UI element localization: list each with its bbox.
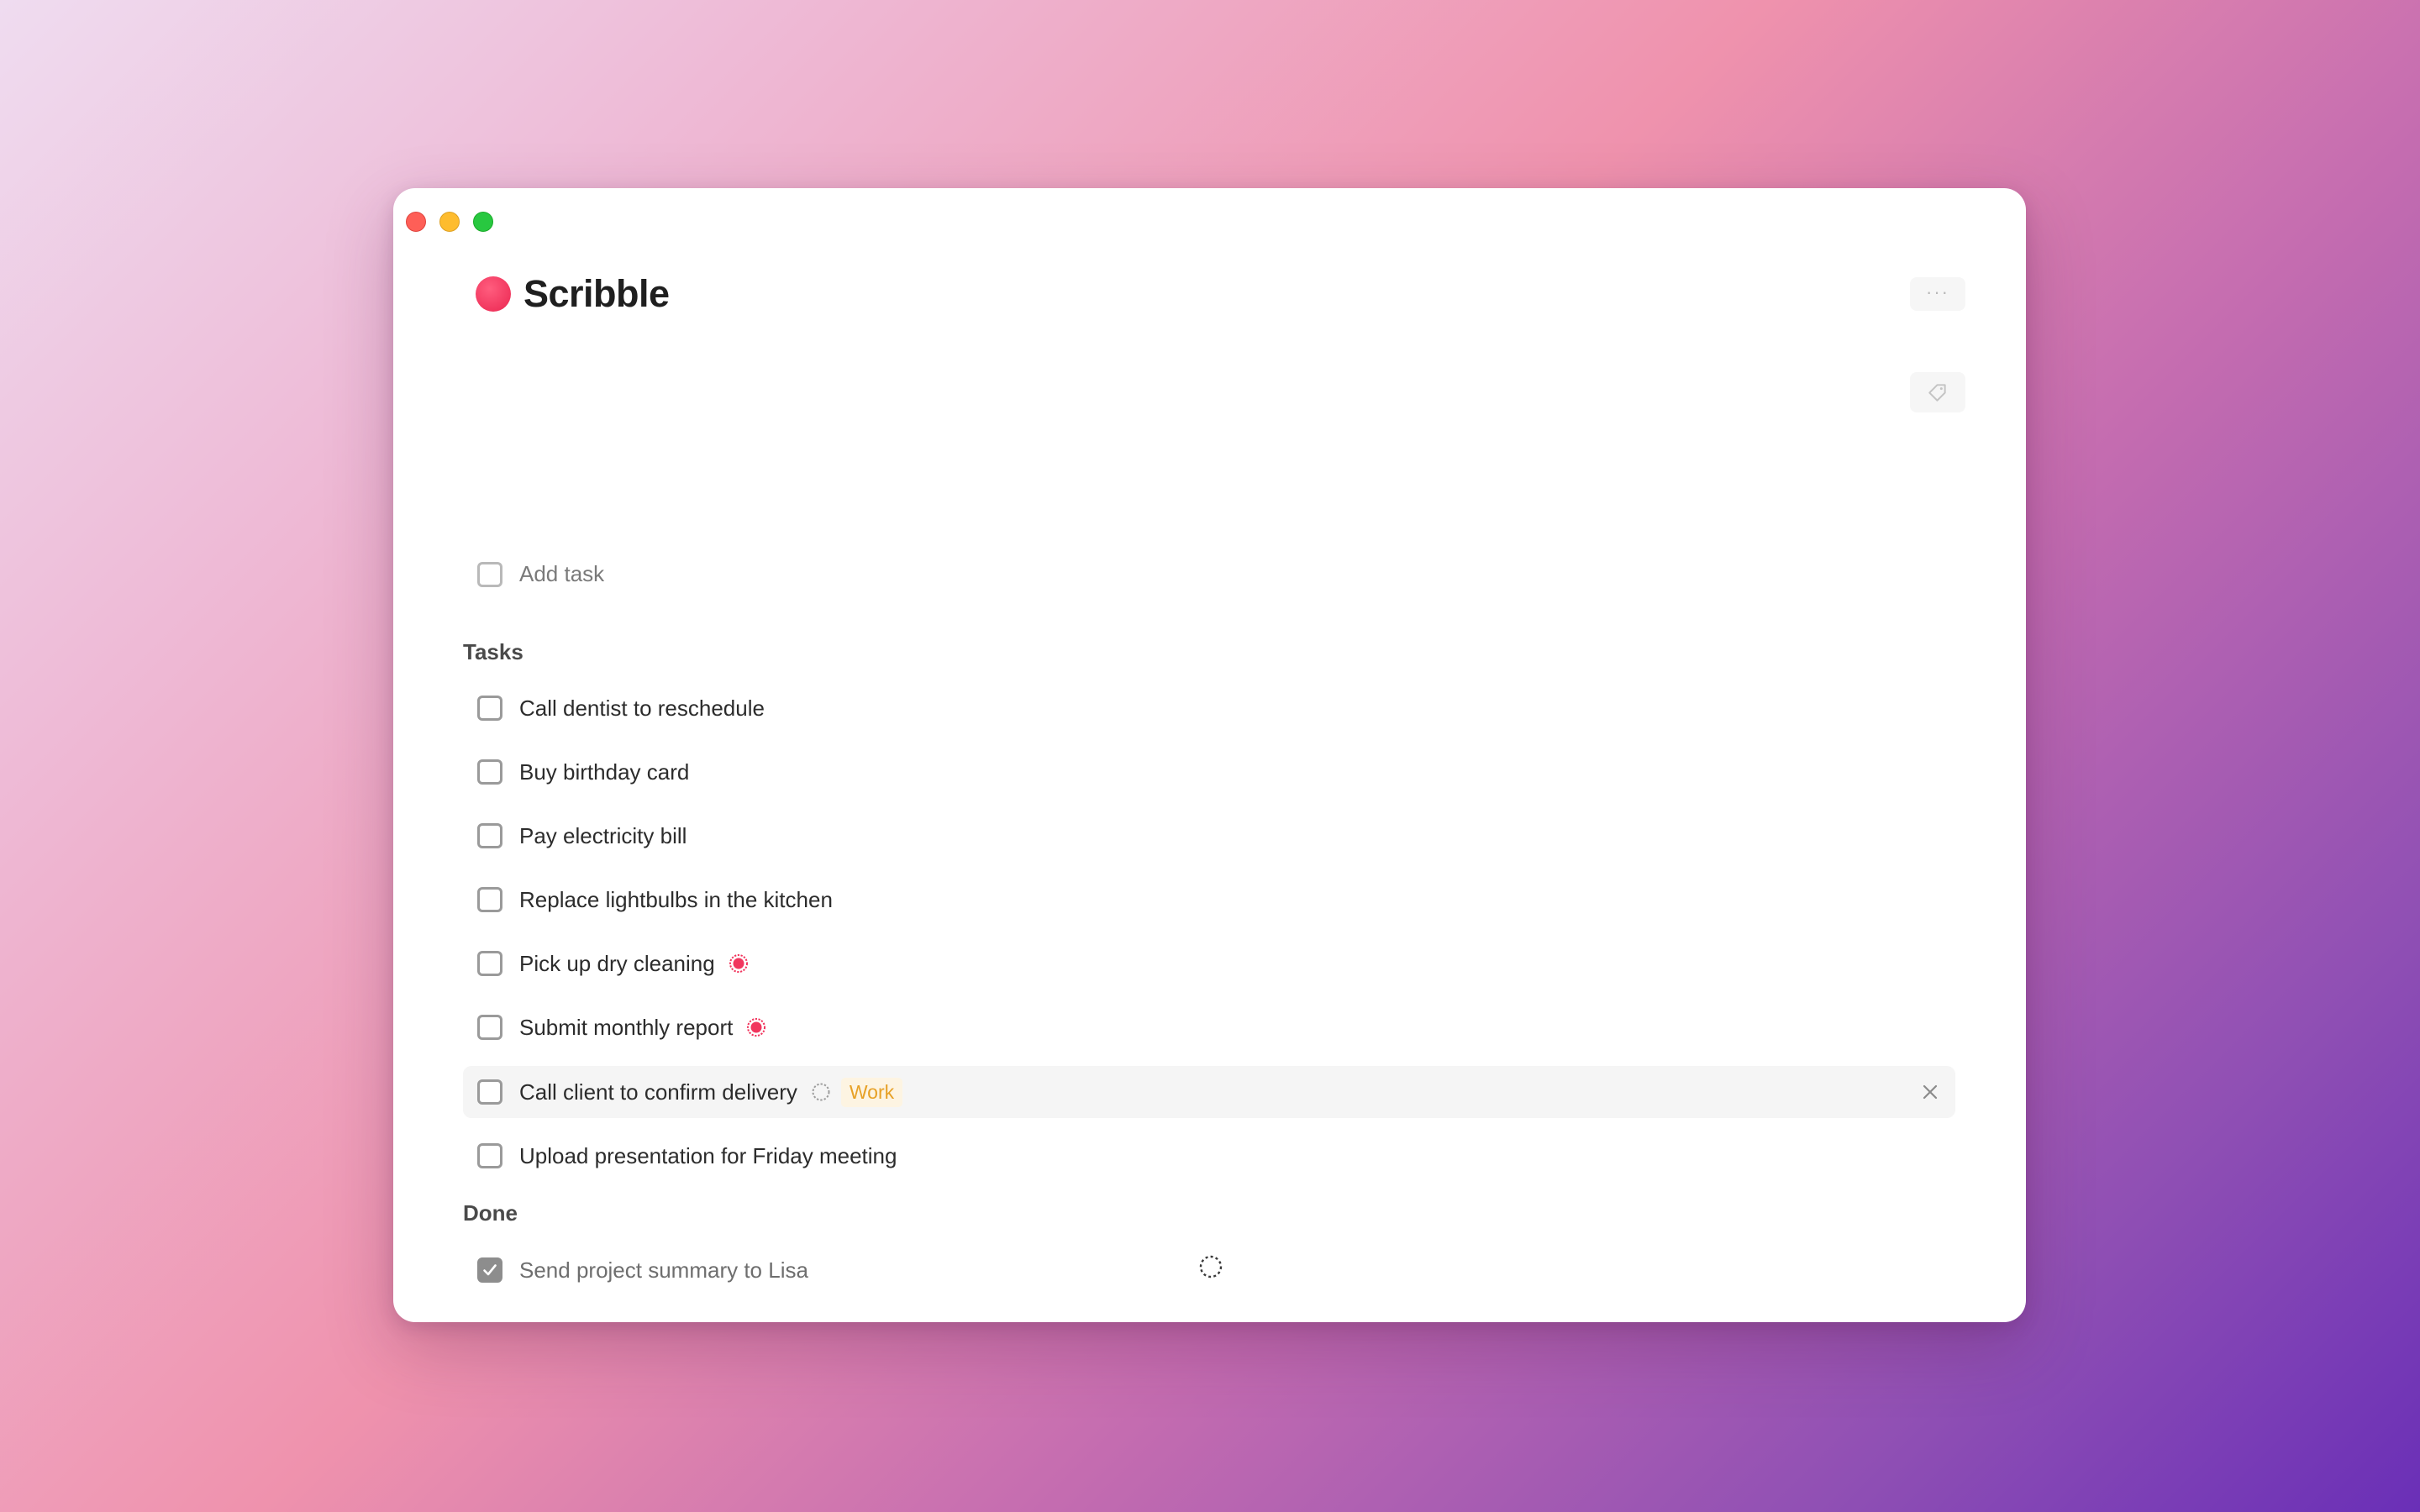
task-row[interactable]: Buy birthday card <box>463 746 1955 798</box>
task-checkbox[interactable] <box>477 759 502 785</box>
task-row[interactable]: Replace lightbulbs in the kitchen <box>463 874 1955 926</box>
tag-icon <box>1928 384 1946 402</box>
task-checkbox[interactable] <box>477 1143 502 1168</box>
task-checkbox-checked[interactable] <box>477 1257 502 1283</box>
maximize-window-button[interactable] <box>473 212 493 232</box>
repeat-icon <box>811 1082 831 1102</box>
task-label[interactable]: Pay electricity bill <box>519 823 687 849</box>
flag-icon <box>729 953 749 974</box>
app-window: Scribble ··· Add task Tasks Call dentist… <box>393 188 2026 1322</box>
flag-icon <box>746 1017 766 1037</box>
task-row[interactable]: Upload presentation for Friday meeting <box>463 1130 1955 1182</box>
tasks-section-title: Tasks <box>463 639 523 664</box>
checkmark-icon <box>483 1264 497 1276</box>
list-color-dot-icon[interactable] <box>476 276 511 312</box>
tag-filter-button[interactable] <box>1910 372 1965 412</box>
task-checkbox[interactable] <box>477 1079 502 1105</box>
task-row[interactable]: Submit monthly report <box>463 1001 1955 1053</box>
tag-badge[interactable]: Work <box>840 1077 903 1107</box>
close-icon <box>1923 1084 1938 1100</box>
task-checkbox[interactable] <box>477 1015 502 1040</box>
task-label[interactable]: Upload presentation for Friday meeting <box>519 1143 897 1169</box>
more-options-button[interactable]: ··· <box>1910 277 1965 311</box>
task-row[interactable]: Pay electricity bill <box>463 810 1955 862</box>
task-label[interactable]: Pick up dry cleaning <box>519 951 715 977</box>
done-section-title: Done <box>463 1200 518 1226</box>
add-task-row[interactable]: Add task <box>477 561 604 587</box>
task-row-hovered[interactable]: Call client to confirm delivery Work <box>463 1066 1955 1118</box>
task-checkbox[interactable] <box>477 823 502 848</box>
list-title[interactable]: Scribble <box>523 272 670 316</box>
window-controls <box>406 212 493 232</box>
add-task-checkbox <box>477 561 502 587</box>
delete-task-button[interactable] <box>1918 1080 1942 1104</box>
close-window-button[interactable] <box>406 212 426 232</box>
task-label[interactable]: Submit monthly report <box>519 1015 733 1041</box>
task-checkbox[interactable] <box>477 887 502 912</box>
task-checkbox[interactable] <box>477 696 502 721</box>
task-label[interactable]: Send project summary to Lisa <box>519 1257 808 1284</box>
task-label[interactable]: Replace lightbulbs in the kitchen <box>519 887 833 913</box>
task-label[interactable]: Buy birthday card <box>519 759 689 785</box>
task-label[interactable]: Call dentist to reschedule <box>519 696 765 722</box>
task-row[interactable]: Pick up dry cleaning <box>463 937 1955 990</box>
sync-status-icon <box>1199 1255 1223 1278</box>
minimize-window-button[interactable] <box>439 212 460 232</box>
add-task-input[interactable]: Add task <box>519 561 604 587</box>
task-checkbox[interactable] <box>477 951 502 976</box>
list-header: Scribble <box>476 272 670 316</box>
task-row[interactable]: Call dentist to reschedule <box>463 682 1955 734</box>
task-label[interactable]: Call client to confirm delivery <box>519 1079 797 1105</box>
